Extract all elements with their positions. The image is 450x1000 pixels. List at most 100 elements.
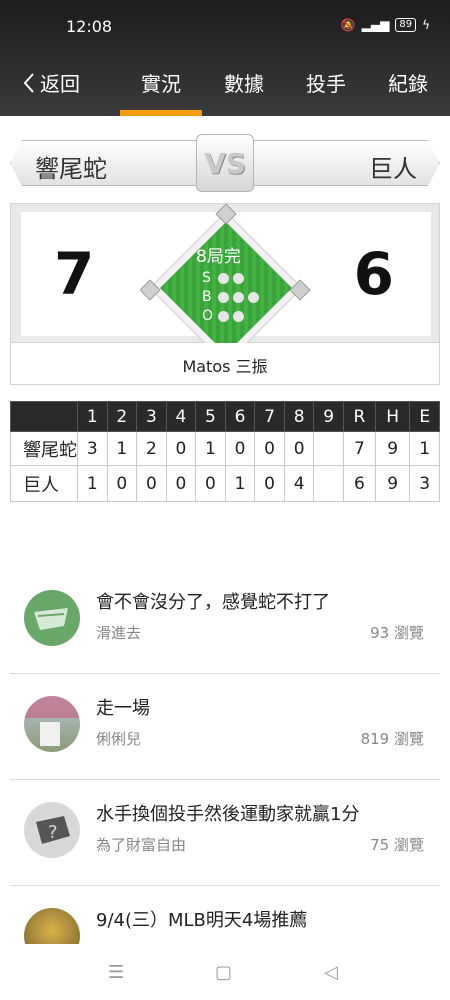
- linescore-cell: 0: [283, 431, 315, 466]
- linescore-cell: 0: [165, 431, 197, 466]
- linescore-team-cell: 響尾蛇: [10, 431, 78, 466]
- ball-dot: [233, 292, 244, 303]
- linescore-cell: 0: [224, 431, 256, 466]
- post-item[interactable]: ? 水手換個投手然後運動家就贏1分 為了財富自由 75 瀏覽: [10, 780, 440, 886]
- linescore-header-cell: 9: [313, 401, 344, 432]
- away-score: 7: [54, 240, 95, 308]
- linescore-header-cell: 8: [283, 401, 315, 432]
- signal-icon: ▂▄▆: [361, 18, 390, 32]
- out-label: O: [202, 308, 214, 324]
- avatar: [24, 908, 80, 944]
- out-dot: [233, 311, 244, 322]
- linescore-row-home: 巨人 1 0 0 0 0 1 0 4 6 9 3: [10, 465, 440, 502]
- away-team-banner: 響尾蛇: [10, 140, 200, 186]
- linescore-header-cell: 1: [77, 401, 108, 432]
- app-header: 12:08 🔕 ▂▄▆ 89 ϟ 返回 實況 數據 投手 紀錄: [0, 0, 450, 116]
- ball-dot: [248, 292, 259, 303]
- status-bar: 12:08 🔕 ▂▄▆ 89 ϟ: [0, 0, 450, 56]
- tab-stats[interactable]: 數據: [204, 68, 284, 97]
- strike-dot: [218, 273, 229, 284]
- linescore-cell: 7: [342, 431, 376, 466]
- avatar: [24, 696, 80, 752]
- linescore-cell: 1: [409, 431, 440, 466]
- linescore-row-away: 響尾蛇 3 1 2 0 1 0 0 0 7 9 1: [10, 431, 440, 466]
- matchup-banner: 響尾蛇 巨人 VS: [10, 134, 440, 192]
- linescore-table: 1 2 3 4 5 6 7 8 9 R H E 響尾蛇 3 1 2 0 1 0 …: [10, 401, 440, 502]
- tab-records[interactable]: 紀錄: [368, 68, 448, 97]
- post-author: 為了財富自由: [96, 836, 187, 854]
- linescore-header-cell: 5: [195, 401, 226, 432]
- home-team-name: 巨人: [369, 155, 417, 183]
- linescore-cell: 1: [77, 465, 108, 502]
- svg-text:?: ?: [48, 822, 58, 843]
- back-icon[interactable]: ◁: [324, 962, 338, 983]
- post-item[interactable]: 9/4(三）MLB明天4場推薦: [10, 886, 440, 944]
- back-button[interactable]: 返回: [22, 68, 80, 97]
- vs-badge: VS: [196, 134, 254, 192]
- system-nav-bar: ☰ ▢ ◁: [0, 944, 450, 1000]
- linescore-header-row: 1 2 3 4 5 6 7 8 9 R H E: [10, 401, 440, 432]
- tab-pitchers[interactable]: 投手: [286, 68, 366, 97]
- linescore-header-cell: 7: [254, 401, 285, 432]
- tab-indicator: [120, 110, 202, 116]
- post-author: 滑進去: [96, 624, 142, 642]
- linescore-cell: 1: [195, 431, 226, 466]
- status-time: 12:08: [66, 17, 113, 36]
- menu-icon[interactable]: ☰: [108, 962, 124, 983]
- nav-bar: 返回 實況 數據 投手 紀錄: [0, 56, 450, 116]
- linescore-header-cell: R: [342, 401, 376, 432]
- linescore-header-cell: [10, 401, 78, 432]
- linescore-cell: 0: [195, 465, 226, 502]
- play-description: Matos 三振: [182, 357, 268, 376]
- strike-label: S: [202, 270, 211, 286]
- post-title: 水手換個投手然後運動家就贏1分: [96, 804, 360, 825]
- linescore-cell: 3: [77, 431, 108, 466]
- post-title: 9/4(三）MLB明天4場推薦: [96, 910, 308, 931]
- linescore-header-cell: E: [409, 401, 440, 432]
- post-title: 會不會沒分了，感覺蛇不打了: [96, 592, 330, 613]
- post-views: 93 瀏覽: [370, 624, 424, 642]
- linescore-cell: 0: [106, 465, 138, 502]
- linescore-cell: 3: [409, 465, 440, 502]
- post-views: 75 瀏覽: [370, 836, 424, 854]
- linescore-cell: 0: [136, 465, 167, 502]
- tab-live[interactable]: 實況: [121, 68, 201, 97]
- battery-icon: 89: [395, 18, 417, 32]
- linescore-cell: 1: [224, 465, 256, 502]
- linescore-cell: 9: [374, 465, 411, 502]
- linescore-cell: 1: [106, 431, 138, 466]
- ball-dot: [218, 292, 229, 303]
- linescore-header-cell: 4: [165, 401, 197, 432]
- post-title: 走一場: [96, 698, 150, 719]
- post-views: 819 瀏覽: [360, 730, 424, 748]
- linescore-cell: 2: [136, 431, 167, 466]
- home-score: 6: [353, 240, 394, 308]
- linescore-header-cell: 2: [106, 401, 138, 432]
- back-label: 返回: [40, 72, 80, 96]
- post-item[interactable]: 會不會沒分了，感覺蛇不打了 滑進去 93 瀏覽: [10, 568, 440, 674]
- avatar: [24, 590, 80, 646]
- out-dot: [218, 311, 229, 322]
- avatar: ?: [24, 802, 80, 858]
- post-author: 俐俐兒: [96, 730, 142, 748]
- linescore-cell: 9: [374, 431, 411, 466]
- mute-icon: 🔕: [340, 18, 356, 32]
- home-icon[interactable]: ▢: [215, 962, 232, 983]
- away-team-name: 響尾蛇: [35, 155, 107, 183]
- charging-icon: ϟ: [422, 18, 430, 32]
- linescore-cell: 0: [254, 465, 285, 502]
- home-team-banner: 巨人: [250, 140, 440, 186]
- inning-label: 8局完: [196, 247, 241, 267]
- strike-dot: [233, 273, 244, 284]
- linescore-cell: 0: [254, 431, 285, 466]
- linescore-header-cell: 3: [136, 401, 167, 432]
- linescore-cell: 4: [283, 465, 315, 502]
- linescore-cell: 0: [165, 465, 197, 502]
- chevron-left-icon: [23, 72, 34, 93]
- post-item[interactable]: 走一場 俐俐兒 819 瀏覽: [10, 674, 440, 780]
- status-icons: 🔕 ▂▄▆ 89 ϟ: [341, 18, 430, 32]
- linescore-team-cell: 巨人: [10, 465, 78, 502]
- linescore-header-cell: H: [374, 401, 411, 432]
- play-text-box: Matos 三振: [10, 343, 440, 385]
- linescore-header-cell: 6: [224, 401, 256, 432]
